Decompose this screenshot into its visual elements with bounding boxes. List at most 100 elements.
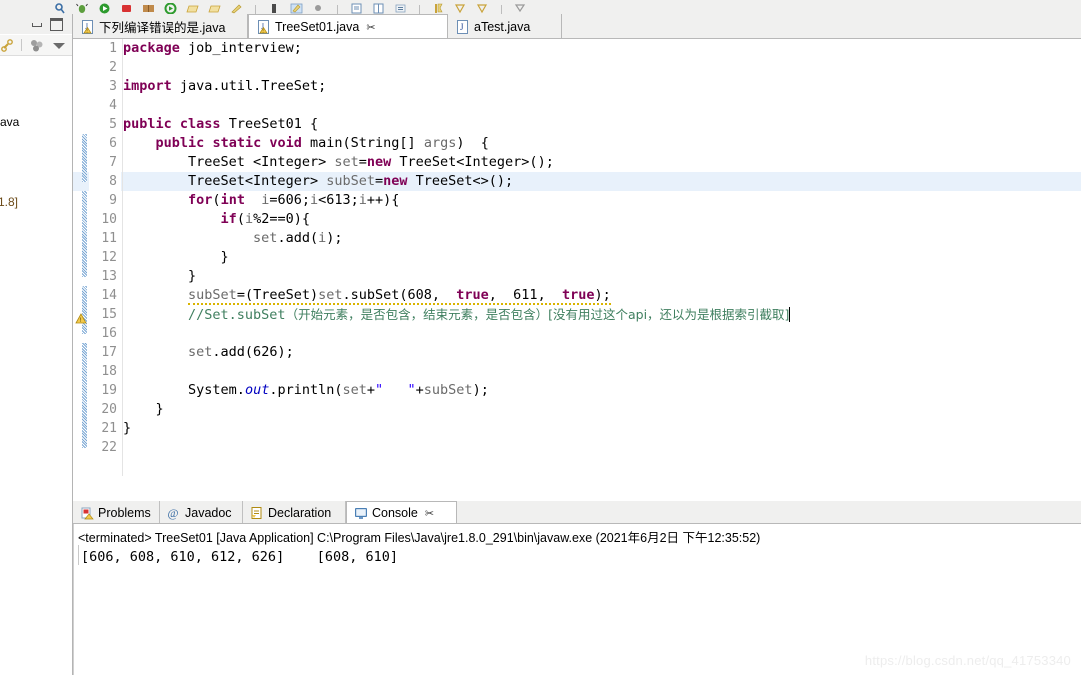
code-line-14: subSet=(TreeSet)set.subSet(608, true, 61…	[188, 287, 611, 305]
tab-label: Javadoc	[185, 505, 232, 520]
search-icon[interactable]	[54, 3, 67, 14]
close-icon[interactable]: ✂	[425, 507, 434, 520]
svg-text:!: !	[86, 28, 87, 34]
code-line-1: package job_interview;	[123, 40, 302, 56]
console-left-rule	[73, 524, 74, 675]
run-icon[interactable]	[98, 3, 111, 14]
line-number: 9	[109, 193, 117, 208]
edit-highlight-icon[interactable]	[290, 3, 303, 14]
code-line-15: //Set.subSet（开始元素，是否包含，结束元素，是否包含）[没有用过这个…	[188, 307, 791, 323]
view-menu-icon[interactable]	[53, 43, 65, 49]
java-file-icon: J	[456, 19, 469, 34]
package-explorer-toolbar	[0, 35, 72, 56]
line-number: 22	[101, 440, 117, 455]
editor-tab-0[interactable]: J! 下列编译错误的是.java	[73, 14, 248, 39]
comment-cn-note: [没有用过这个api，还以为是根据索引截取]	[548, 307, 790, 322]
line-number: 11	[101, 231, 117, 246]
tab-javadoc[interactable]: @ Javadoc	[160, 501, 243, 524]
view-document-icon[interactable]	[350, 3, 363, 14]
tab-label: Problems	[98, 505, 151, 520]
line-number: 8	[109, 174, 117, 189]
code-line-9: for(int i=606;i<613;i++){	[188, 192, 400, 208]
line-number: 20	[101, 402, 117, 417]
code-lines: package job_interview; import java.util.…	[123, 39, 1081, 476]
editor-tab-label: TreeSet01.java	[275, 20, 360, 34]
link-with-editor-icon[interactable]	[1, 38, 15, 52]
line-number: 4	[109, 98, 117, 113]
comment-cn-args: （开始元素，是否包含，结束元素，是否包含）	[285, 307, 549, 322]
tasks-icon[interactable]	[394, 3, 407, 14]
line-number: 13	[101, 269, 117, 284]
list-item[interactable]: 是.java	[0, 112, 19, 133]
code-editor[interactable]: ! 1 2 3 4 5 6 7 8 9 10 11 12 13 14 15 16 17 18 19 20 21 22 pa…	[73, 39, 1081, 476]
console-margin-rule	[78, 545, 79, 565]
toolbar-separator-2	[337, 5, 338, 14]
editor-tab-1[interactable]: J! TreeSet01.java ✂	[248, 14, 448, 39]
warning-marker-icon[interactable]: !	[74, 311, 88, 325]
bottom-views-panel: Problems @ Javadoc Declaration Console ✂	[73, 501, 1081, 675]
code-line-13: }	[188, 268, 197, 284]
line-number: 18	[101, 364, 117, 379]
new-folder2-icon[interactable]	[208, 3, 221, 14]
run-green-circle-icon[interactable]	[164, 3, 177, 14]
svg-text:@: @	[168, 506, 179, 520]
toolbar-divider	[21, 39, 22, 51]
line-number-gutter: 1 2 3 4 5 6 7 8 9 10 11 12 13 14 15 16 17 18 19 20 21 22	[89, 39, 121, 476]
toolbar-separator-3	[419, 5, 420, 14]
main-toolbar	[0, 0, 1081, 15]
toolbar-separator-4	[501, 5, 502, 14]
editor-tab-label: 下列编译错误的是.java	[99, 21, 226, 35]
bottom-tab-bar: Problems @ Javadoc Declaration Console ✂	[73, 501, 1081, 524]
code-line-11: set.add(i);	[253, 230, 343, 246]
line-number: 17	[101, 345, 117, 360]
eclipse-window: ava va 是.java SE-1.8] J! 下列编译错误的是.java J…	[0, 0, 1081, 675]
line-number: 14	[101, 288, 117, 303]
tab-problems[interactable]: Problems	[73, 501, 160, 524]
code-line-3: import java.util.TreeSet;	[123, 78, 327, 94]
line-number: 3	[109, 79, 117, 94]
maximize-icon[interactable]	[50, 18, 63, 31]
skip-breakpoints-icon[interactable]	[268, 3, 281, 14]
tab-label: Declaration	[268, 505, 332, 520]
external-tools-icon[interactable]	[230, 3, 243, 14]
watermark: https://blog.csdn.net/qq_41753340	[864, 653, 1071, 668]
debug-icon[interactable]	[76, 3, 89, 14]
svg-text:J: J	[460, 22, 464, 32]
tab-declaration[interactable]: Declaration	[243, 501, 346, 524]
tab-console[interactable]: Console ✂	[346, 501, 457, 524]
line-number: 6	[109, 136, 117, 151]
declaration-icon	[250, 506, 264, 520]
javadoc-at-icon: @	[167, 506, 181, 520]
line-number: 15	[101, 307, 117, 322]
line-number: 16	[101, 326, 117, 341]
code-line-6: public static void main(String[] args) {	[155, 135, 489, 151]
next-annotation-icon[interactable]	[454, 3, 467, 14]
prev-annotation-icon[interactable]	[476, 3, 489, 14]
open-type-icon[interactable]	[142, 3, 155, 14]
minimize-icon[interactable]	[31, 19, 42, 28]
columns-icon[interactable]	[372, 3, 385, 14]
editor-tab-2[interactable]: J aTest.java	[448, 14, 562, 39]
line-number: 21	[101, 421, 117, 436]
java-warning-file-icon: J!	[81, 19, 94, 34]
code-line-21: }	[123, 420, 132, 436]
line-number: 5	[109, 117, 117, 132]
list-item[interactable]: SE-1.8]	[0, 192, 18, 213]
line-number: 7	[109, 155, 117, 170]
java-warning-file-icon: J!	[257, 20, 270, 34]
pin-icon[interactable]	[312, 3, 325, 14]
close-icon[interactable]: ✂	[366, 21, 375, 34]
console-output-text: [606, 608, 610, 612, 626] [608, 610]	[81, 549, 398, 565]
collapse-all-icon[interactable]	[30, 39, 44, 52]
line-number: 1	[109, 41, 117, 56]
toolbar-separator	[255, 5, 256, 14]
stop-icon[interactable]	[120, 3, 133, 14]
line-number: 19	[101, 383, 117, 398]
code-line-12: }	[220, 249, 229, 265]
line-number: 12	[101, 250, 117, 265]
code-line-8: TreeSet<Integer> subSet=new TreeSet<>();	[188, 173, 514, 189]
svg-text:!: !	[262, 28, 263, 34]
new-folder-icon[interactable]	[186, 3, 199, 14]
previous-edit-icon[interactable]	[432, 3, 445, 14]
back-navigation-icon[interactable]	[514, 3, 527, 14]
